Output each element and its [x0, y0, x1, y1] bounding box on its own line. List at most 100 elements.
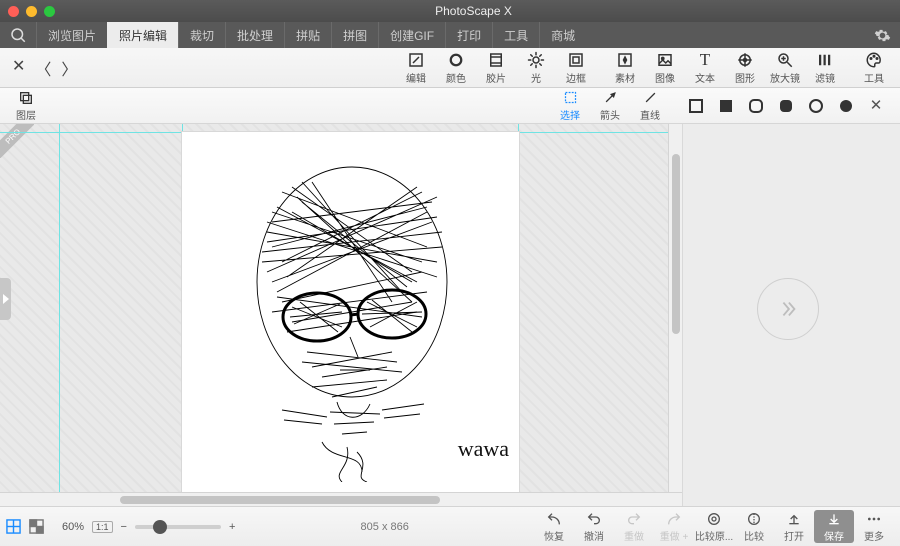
selection-tools: 选择 箭头 直线	[550, 90, 670, 122]
tool-label: 素材	[615, 70, 635, 85]
action-label: 重做 +	[660, 528, 689, 543]
arrow-icon	[603, 90, 618, 106]
zoom-controls: 60% 1:1 − +	[62, 521, 235, 533]
zoom-slider[interactable]	[135, 525, 221, 529]
image-button[interactable]: 图像	[645, 51, 685, 85]
tool-label: 选择	[560, 107, 580, 122]
tool-label: 图形	[735, 70, 755, 85]
artwork-signature: wawa	[458, 436, 509, 462]
tab-combine[interactable]: 拼图	[331, 22, 378, 48]
zoom-percent[interactable]: 60%	[62, 521, 84, 533]
tab-photo-editor[interactable]: 照片编辑	[107, 22, 178, 48]
vertical-scrollbar[interactable]	[668, 124, 682, 492]
right-panel	[682, 124, 900, 506]
primary-toolbar: ✕ 〈 〉 编辑 颜色 胶片 光 边框 素材	[0, 48, 900, 88]
background-toggle-icon[interactable]	[29, 519, 44, 534]
zoom-slider-knob[interactable]	[153, 520, 167, 534]
layers-button[interactable]: 图层	[6, 90, 46, 122]
shape-circle-outline[interactable]	[808, 98, 824, 114]
tab-label: 创建GIF	[390, 27, 434, 44]
artwork-sketch	[212, 152, 492, 482]
revert-button[interactable]: 撤消	[574, 510, 614, 543]
tool-label: 滤镜	[815, 70, 835, 85]
redo-plus-button[interactable]: 重做 +	[654, 510, 694, 543]
tab-label: 批处理	[237, 27, 273, 44]
tab-label: 商城	[551, 27, 575, 44]
zoom-out-button[interactable]: −	[121, 521, 127, 533]
shape-rounded-outline[interactable]	[748, 98, 764, 114]
frame-button[interactable]: 边框	[556, 51, 596, 85]
tab-print[interactable]: 打印	[445, 22, 492, 48]
window-titlebar: PhotoScape X	[0, 0, 900, 22]
next-page-button[interactable]	[757, 278, 819, 340]
undo-button[interactable]: 恢复	[534, 510, 574, 543]
compare-original-icon	[706, 510, 722, 527]
sticker-button[interactable]: 素材	[605, 51, 645, 85]
canvas-viewport[interactable]: wawa	[0, 124, 682, 506]
tab-browse[interactable]: 浏览图片	[36, 22, 107, 48]
magnifier-button[interactable]: 放大镜	[765, 51, 805, 85]
tab-store[interactable]: 商城	[539, 22, 586, 48]
filter-button[interactable]: 滤镜	[805, 51, 845, 85]
tab-label: 拼贴	[296, 27, 320, 44]
redo-button[interactable]: 重做	[614, 510, 654, 543]
shape-rounded-fill[interactable]	[778, 98, 794, 114]
tab-label: 工具	[504, 27, 528, 44]
tab-label: 照片编辑	[119, 27, 167, 44]
canvas-dimensions: 805 x 866	[235, 521, 534, 533]
tab-gif[interactable]: 创建GIF	[378, 22, 445, 48]
light-button[interactable]: 光	[516, 51, 556, 85]
insert-tool-group: 素材 图像 T 文本 图形 放大镜 滤镜	[605, 51, 845, 85]
shape-square-fill[interactable]	[718, 98, 734, 114]
more-button[interactable]: 更多	[854, 510, 894, 543]
tool-label: 直线	[640, 107, 660, 122]
open-button[interactable]: 打开	[774, 510, 814, 543]
tab-tools[interactable]: 工具	[492, 22, 539, 48]
pro-badge	[0, 124, 34, 158]
minimize-window-button[interactable]	[26, 6, 37, 17]
compare-button[interactable]: 比较	[734, 510, 774, 543]
home-icon[interactable]	[0, 22, 36, 48]
filter-icon	[816, 51, 834, 69]
redo-icon	[626, 510, 642, 527]
action-label: 保存	[824, 528, 844, 543]
close-window-button[interactable]	[8, 6, 19, 17]
text-button[interactable]: T 文本	[685, 51, 725, 85]
shape-close-icon[interactable]: ✕	[868, 98, 884, 114]
close-document-icon[interactable]: ✕	[12, 56, 25, 80]
prev-icon[interactable]: 〈	[35, 56, 51, 80]
left-drawer-handle[interactable]	[0, 278, 11, 320]
edit-button[interactable]: 编辑	[396, 51, 436, 85]
more-icon	[866, 510, 882, 527]
color-button[interactable]: 颜色	[436, 51, 476, 85]
select-tool[interactable]: 选择	[550, 90, 590, 122]
tool-label: 图像	[655, 70, 675, 85]
line-tool[interactable]: 直线	[630, 90, 670, 122]
magnifier-icon	[776, 51, 794, 69]
horizontal-scrollbar[interactable]	[0, 492, 682, 506]
zoom-window-button[interactable]	[44, 6, 55, 17]
nav-controls: ✕ 〈 〉	[6, 56, 83, 80]
tab-batch[interactable]: 批处理	[225, 22, 284, 48]
image-icon	[656, 51, 674, 69]
action-label: 打开	[784, 528, 804, 543]
shape-circle-fill[interactable]	[838, 98, 854, 114]
scrollbar-thumb[interactable]	[120, 496, 440, 504]
action-label: 恢复	[544, 528, 564, 543]
compare-original-button[interactable]: 比较原...	[694, 510, 734, 543]
film-button[interactable]: 胶片	[476, 51, 516, 85]
tab-collage[interactable]: 拼贴	[284, 22, 331, 48]
work-area: wawa	[0, 124, 900, 506]
next-icon[interactable]: 〉	[61, 56, 77, 80]
tab-crop[interactable]: 裁切	[178, 22, 225, 48]
save-button[interactable]: 保存	[814, 510, 854, 543]
arrow-tool[interactable]: 箭头	[590, 90, 630, 122]
scrollbar-thumb[interactable]	[672, 154, 680, 334]
grid-toggle-icon[interactable]	[6, 519, 21, 534]
shape-square-outline[interactable]	[688, 98, 704, 114]
open-icon	[786, 510, 802, 527]
tools-button[interactable]: 工具	[854, 51, 894, 85]
shape-button[interactable]: 图形	[725, 51, 765, 85]
settings-icon[interactable]	[864, 22, 900, 48]
zoom-fit-button[interactable]: 1:1	[92, 521, 113, 533]
